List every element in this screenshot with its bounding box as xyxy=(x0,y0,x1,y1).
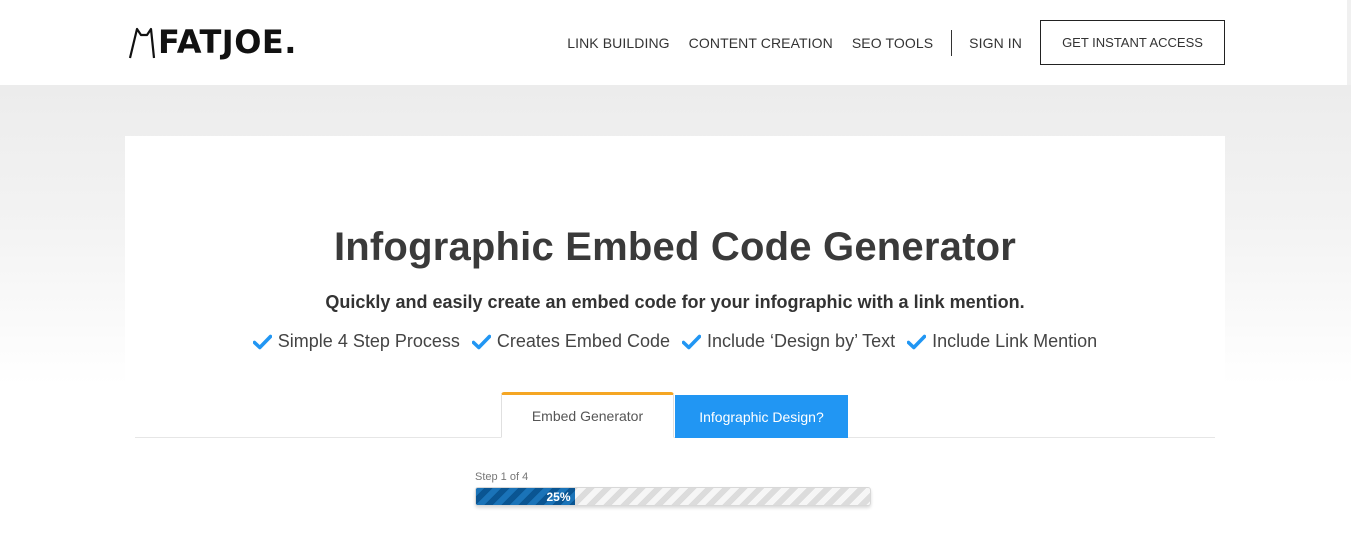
page-title: Infographic Embed Code Generator xyxy=(333,225,1017,269)
feature-list: Simple 4 Step Process Creates Embed Code… xyxy=(125,331,1225,352)
page-subtitle: Quickly and easily create an embed code … xyxy=(325,292,1025,312)
fatjoe-logo[interactable]: FATJOE. xyxy=(128,24,297,60)
feature-item: Include Link Mention xyxy=(907,331,1097,352)
feature-item: Include ‘Design by’ Text xyxy=(681,331,896,352)
feature-item: Creates Embed Code xyxy=(471,331,670,352)
feature-label: Simple 4 Step Process xyxy=(277,331,460,351)
get-instant-access-button[interactable]: GET INSTANT ACCESS xyxy=(1040,20,1225,65)
cat-ears-icon xyxy=(128,27,156,59)
tab-embed-generator[interactable]: Embed Generator xyxy=(501,392,674,438)
nav-divider xyxy=(951,29,953,56)
step-indicator: Step 1 of 4 xyxy=(475,471,529,483)
nav-seo-tools[interactable]: SEO TOOLS xyxy=(852,35,933,51)
sign-in-link[interactable]: SIGN IN xyxy=(969,35,1022,51)
brand-name: FATJOE. xyxy=(158,23,297,61)
nav-link-building[interactable]: LINK BUILDING xyxy=(567,35,669,51)
check-icon xyxy=(252,334,272,349)
progress-bar: 25% xyxy=(475,487,871,506)
check-icon xyxy=(907,334,927,349)
nav-content-creation[interactable]: CONTENT CREATION xyxy=(689,35,833,51)
feature-item: Simple 4 Step Process xyxy=(252,331,460,352)
generator-card: Infographic Embed Code Generator Quickly… xyxy=(125,136,1225,544)
site-header: FATJOE. LINK BUILDING CONTENT CREATION S… xyxy=(0,0,1351,85)
check-icon xyxy=(471,334,491,349)
feature-label: Include Link Mention xyxy=(932,331,1098,351)
feature-label: Creates Embed Code xyxy=(496,331,670,351)
progress-percent: 25% xyxy=(546,489,571,504)
feature-label: Include ‘Design by’ Text xyxy=(706,331,896,351)
check-icon xyxy=(681,334,701,349)
progress-fill: 25% xyxy=(476,488,575,505)
main-nav: LINK BUILDING CONTENT CREATION SEO TOOLS… xyxy=(548,20,1225,65)
tab-infographic-design[interactable]: Infographic Design? xyxy=(675,395,848,438)
